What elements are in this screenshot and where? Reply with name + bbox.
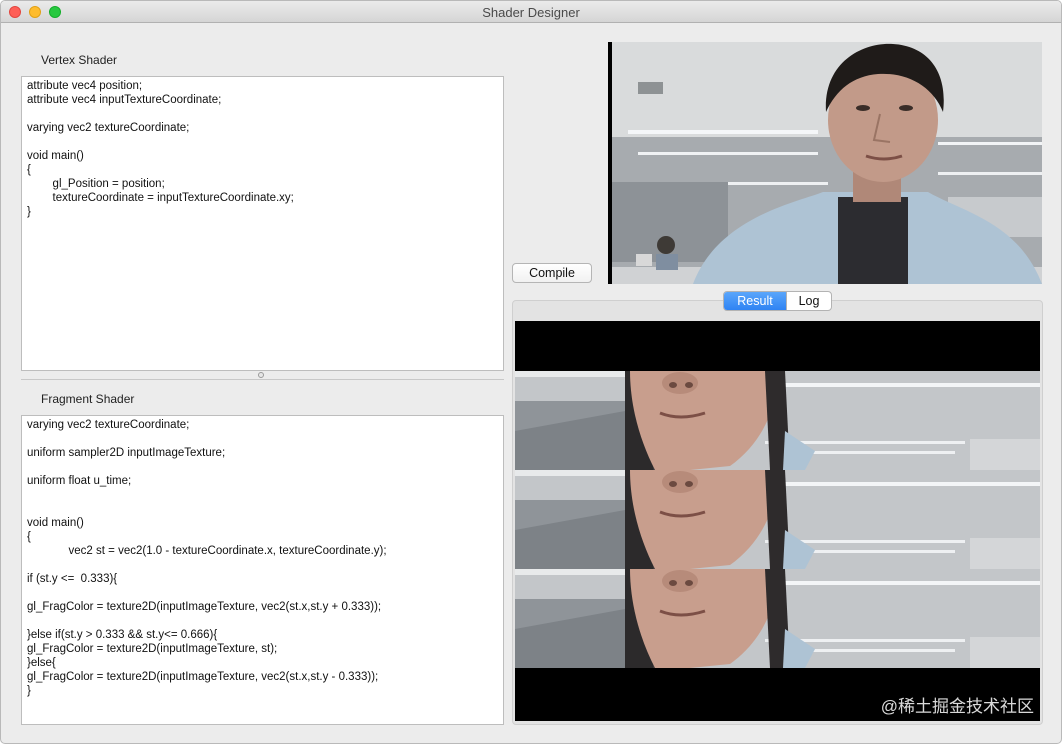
fragment-shader-label: Fragment Shader [41,392,135,406]
tab-result[interactable]: Result [724,292,786,310]
fragment-shader-editor[interactable]: varying vec2 textureCoordinate; uniform … [21,415,504,725]
compile-button[interactable]: Compile [512,263,592,283]
shader-result-image [515,321,1040,721]
vertex-shader-editor[interactable]: attribute vec4 position; attribute vec4 … [21,76,504,371]
shader-result-view: @稀土掘金技术社区 [515,321,1040,721]
shader-designer-window: Shader Designer Vertex Shader attribute … [0,0,1062,744]
output-tab-control[interactable]: Result Log [723,291,832,311]
vertex-shader-label: Vertex Shader [41,53,118,67]
tab-log[interactable]: Log [786,292,831,310]
title-bar[interactable]: Shader Designer [1,1,1061,23]
window-title: Shader Designer [482,5,580,20]
camera-preview-image [608,42,1042,284]
camera-preview [608,42,1042,284]
splitter-handle[interactable] [258,372,264,378]
watermark-text: @稀土掘金技术社区 [880,697,1034,716]
editor-splitter[interactable] [21,371,504,380]
